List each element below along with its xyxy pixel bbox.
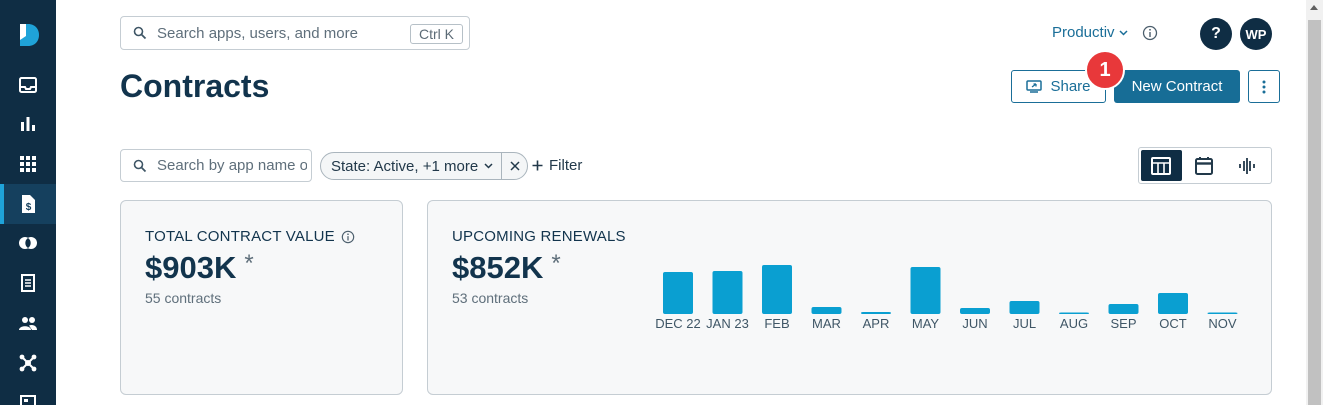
calendar-icon [1195,156,1213,175]
state-filter-chip[interactable]: State: Active, +1 more [320,152,529,180]
bar-may[interactable] [910,267,941,314]
plus-icon [532,160,543,171]
remove-filter-button[interactable] [501,152,527,180]
table-view-button[interactable] [1141,150,1182,181]
people-icon [19,317,37,330]
app-search[interactable] [120,149,312,182]
card-icon [20,395,36,405]
total-contract-value-card: TOTAL CONTRACT VALUE $903K * 55 contracts [120,200,403,395]
bar-nov[interactable] [1207,312,1238,315]
bar-label-may: MAY [912,316,940,331]
search-shortcut-hint: Ctrl K [410,24,463,44]
bar-label-oct: OCT [1159,316,1187,331]
bar-apr[interactable] [861,312,891,314]
bar-label-jul: JUL [1013,316,1036,331]
share-screen-icon [1026,80,1043,93]
upcoming-renewals-value: $852K * [452,250,561,286]
upcoming-renewals-label: UPCOMING RENEWALS [452,228,626,245]
app-root: $ Ctrl K Productiv ? WP Contracts Share [0,0,1323,405]
bar-dec-22[interactable] [663,272,693,314]
bar-feb[interactable] [762,265,792,314]
bar-label-feb: FEB [764,316,789,331]
avatar[interactable]: WP [1240,18,1272,50]
upcoming-renewals-count: 53 contracts [452,290,529,306]
sidebar-item-more[interactable] [0,383,56,405]
search-icon [133,159,147,172]
bar-label-nov: NOV [1208,316,1237,331]
productiv-logo-icon[interactable] [16,22,40,48]
info-icon[interactable] [1142,25,1158,41]
sidebar-item-contracts[interactable]: $ [0,184,56,224]
info-icon[interactable] [341,230,355,244]
bar-label-mar: MAR [812,316,841,331]
waveform-icon [1238,157,1255,174]
org-name: Productiv [1052,24,1115,41]
total-contract-value-label: TOTAL CONTRACT VALUE [145,228,335,245]
global-search-input[interactable] [157,24,387,42]
bar-label-apr: APR [863,316,890,331]
add-filter-button[interactable]: Filter [532,157,582,174]
kebab-menu-icon [1262,80,1266,93]
add-filter-label: Filter [549,157,583,174]
bar-aug[interactable] [1059,312,1089,315]
upcoming-renewals-amount: $852K [452,250,544,285]
view-toggle [1138,147,1272,184]
svg-text:$: $ [26,202,32,213]
grid-icon [20,156,36,172]
bar-jul[interactable] [1009,301,1040,314]
sidebar-item-spend[interactable] [0,263,56,303]
calendar-view-button[interactable] [1184,150,1225,181]
scroll-up-arrow-icon[interactable] [1310,5,1318,10]
inbox-icon [19,77,37,93]
network-icon [19,354,37,372]
sidebar-item-integrations[interactable] [0,343,56,383]
total-asterisk: * [244,250,254,277]
bar-oct[interactable] [1158,293,1188,314]
help-button[interactable]: ? [1200,18,1232,50]
bar-jun[interactable] [960,308,990,314]
timeline-view-button[interactable] [1226,150,1267,181]
sidebar-item-overlaps[interactable] [0,223,56,263]
renewals-asterisk: * [551,250,561,277]
bar-label-jun: JUN [962,316,987,331]
renewals-bar-chart: DEC 22 JAN 23 FEB MAR APR MAY JUN JUL AUG SEP OCT N… [655,265,1238,331]
bar-label-dec-22: DEC 22 [655,316,701,331]
bar-label-jan-23: JAN 23 [706,316,749,331]
bar-label-aug: AUG [1060,316,1088,331]
close-icon [510,161,520,171]
bar-sep[interactable] [1108,304,1139,314]
chevron-down-icon [1119,29,1128,36]
rings-icon [19,237,37,249]
org-switcher[interactable]: Productiv [1052,24,1128,41]
step-marker-badge: 1 [1085,50,1125,90]
sidebar-item-insights[interactable] [0,104,56,144]
chevron-down-icon [484,163,493,169]
scrollbar-thumb[interactable] [1308,20,1321,405]
new-contract-button[interactable]: New Contract [1114,70,1240,103]
contract-icon: $ [22,195,35,213]
ledger-icon [21,274,35,292]
app-search-input[interactable] [157,157,307,174]
bar-label-sep: SEP [1110,316,1136,331]
bar-mar[interactable] [811,307,842,314]
bar-jan-23[interactable] [712,271,743,314]
total-contract-amount: $903K [145,250,237,285]
total-contract-value: $903K * [145,250,254,286]
total-contract-value-label-row: TOTAL CONTRACT VALUE [145,228,355,245]
upcoming-renewals-card: UPCOMING RENEWALS $852K * 53 contracts DE… [427,200,1272,395]
more-options-button[interactable] [1248,70,1280,103]
sidebar-item-users[interactable] [0,303,56,343]
page-title: Contracts [120,68,270,104]
total-contract-count: 55 contracts [145,290,222,306]
state-filter-toggle[interactable]: State: Active, +1 more [321,158,501,175]
sidebar-item-applications[interactable] [0,144,56,184]
global-search[interactable]: Ctrl K [120,16,470,50]
sidebar: $ [0,0,56,405]
share-label: Share [1050,78,1091,95]
state-filter-label: State: Active, +1 more [331,157,479,175]
search-icon [133,26,147,40]
table-icon [1151,156,1172,175]
bar-chart-icon [21,117,35,131]
sidebar-item-inbox[interactable] [0,65,56,105]
